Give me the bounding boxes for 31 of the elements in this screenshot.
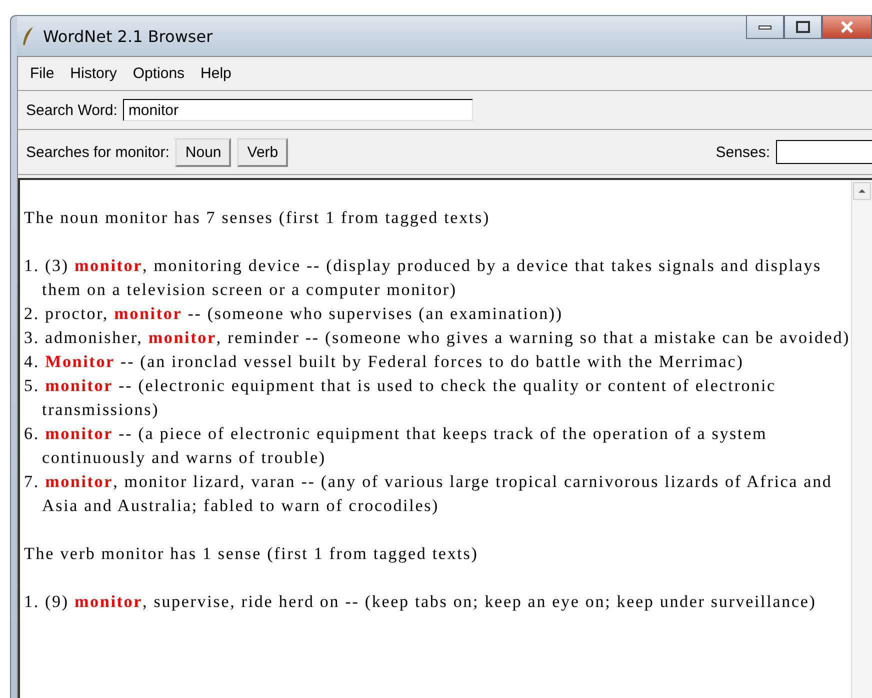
results-heading: The verb monitor has 1 sense (first 1 from tagged texts) xyxy=(24,543,480,565)
sense-entry: 1. (9) monitor, supervise, ride herd on -- (keep tabs on; keep an eye on; keep under surveillance) xyxy=(24,591,818,613)
search-type-button[interactable]: Noun xyxy=(175,138,232,166)
scrollbar[interactable] xyxy=(851,180,872,698)
close-button[interactable] xyxy=(822,15,872,39)
search-type-button[interactable]: Verb xyxy=(237,138,288,166)
minimize-button[interactable] xyxy=(746,15,784,39)
menu-item[interactable]: Options xyxy=(126,63,191,84)
window-title: WordNet 2.1 Browser xyxy=(43,26,213,46)
minimize-icon xyxy=(758,24,772,30)
sense-entry: 2. proctor, monitor -- (someone who supervises (an examination)) xyxy=(24,303,564,325)
search-label: Search Word: xyxy=(26,102,118,118)
sense-entry: 5. monitor -- (electronic equipment that is used to check the quality or content of electronic transmissions) xyxy=(24,375,777,421)
searches-label: Searches for monitor: xyxy=(26,144,170,160)
menu-item[interactable]: History xyxy=(64,63,123,84)
maximize-button[interactable] xyxy=(784,15,822,39)
menu-item[interactable]: File xyxy=(24,63,60,84)
senses-field[interactable] xyxy=(776,140,872,164)
sense-entry: 3. admonisher, monitor, reminder -- (someone who gives a warning so that a mistake can be avoided) xyxy=(24,327,851,349)
senses-label: Senses: xyxy=(716,144,770,160)
scroll-up-icon[interactable] xyxy=(853,182,871,200)
sense-entry: 6. monitor -- (a piece of electronic equipment that keeps track of the operation of a system continuously and warns of trouble) xyxy=(24,423,768,469)
sense-entry: 7. monitor, monitor lizard, varan -- (any of various large tropical carnivorous lizards of Africa and Asia and Australia; fabled to warn of crocodiles) xyxy=(24,471,834,517)
maximize-icon xyxy=(796,21,810,33)
close-icon xyxy=(840,21,854,33)
quill-icon xyxy=(21,26,35,46)
menu-item[interactable]: Help xyxy=(194,63,238,84)
sense-entry: 4. Monitor -- (an ironclad vessel built by Federal forces to do battle with the Merrimac) xyxy=(24,351,745,373)
results-heading: The noun monitor has 7 senses (first 1 from tagged texts) xyxy=(24,207,491,229)
search-field[interactable]: monitor xyxy=(123,99,474,121)
sense-entry: 1. (3) monitor, monitoring device -- (display produced by a device that takes signals and displays them on a television screen or a computer monitor) xyxy=(24,255,823,301)
